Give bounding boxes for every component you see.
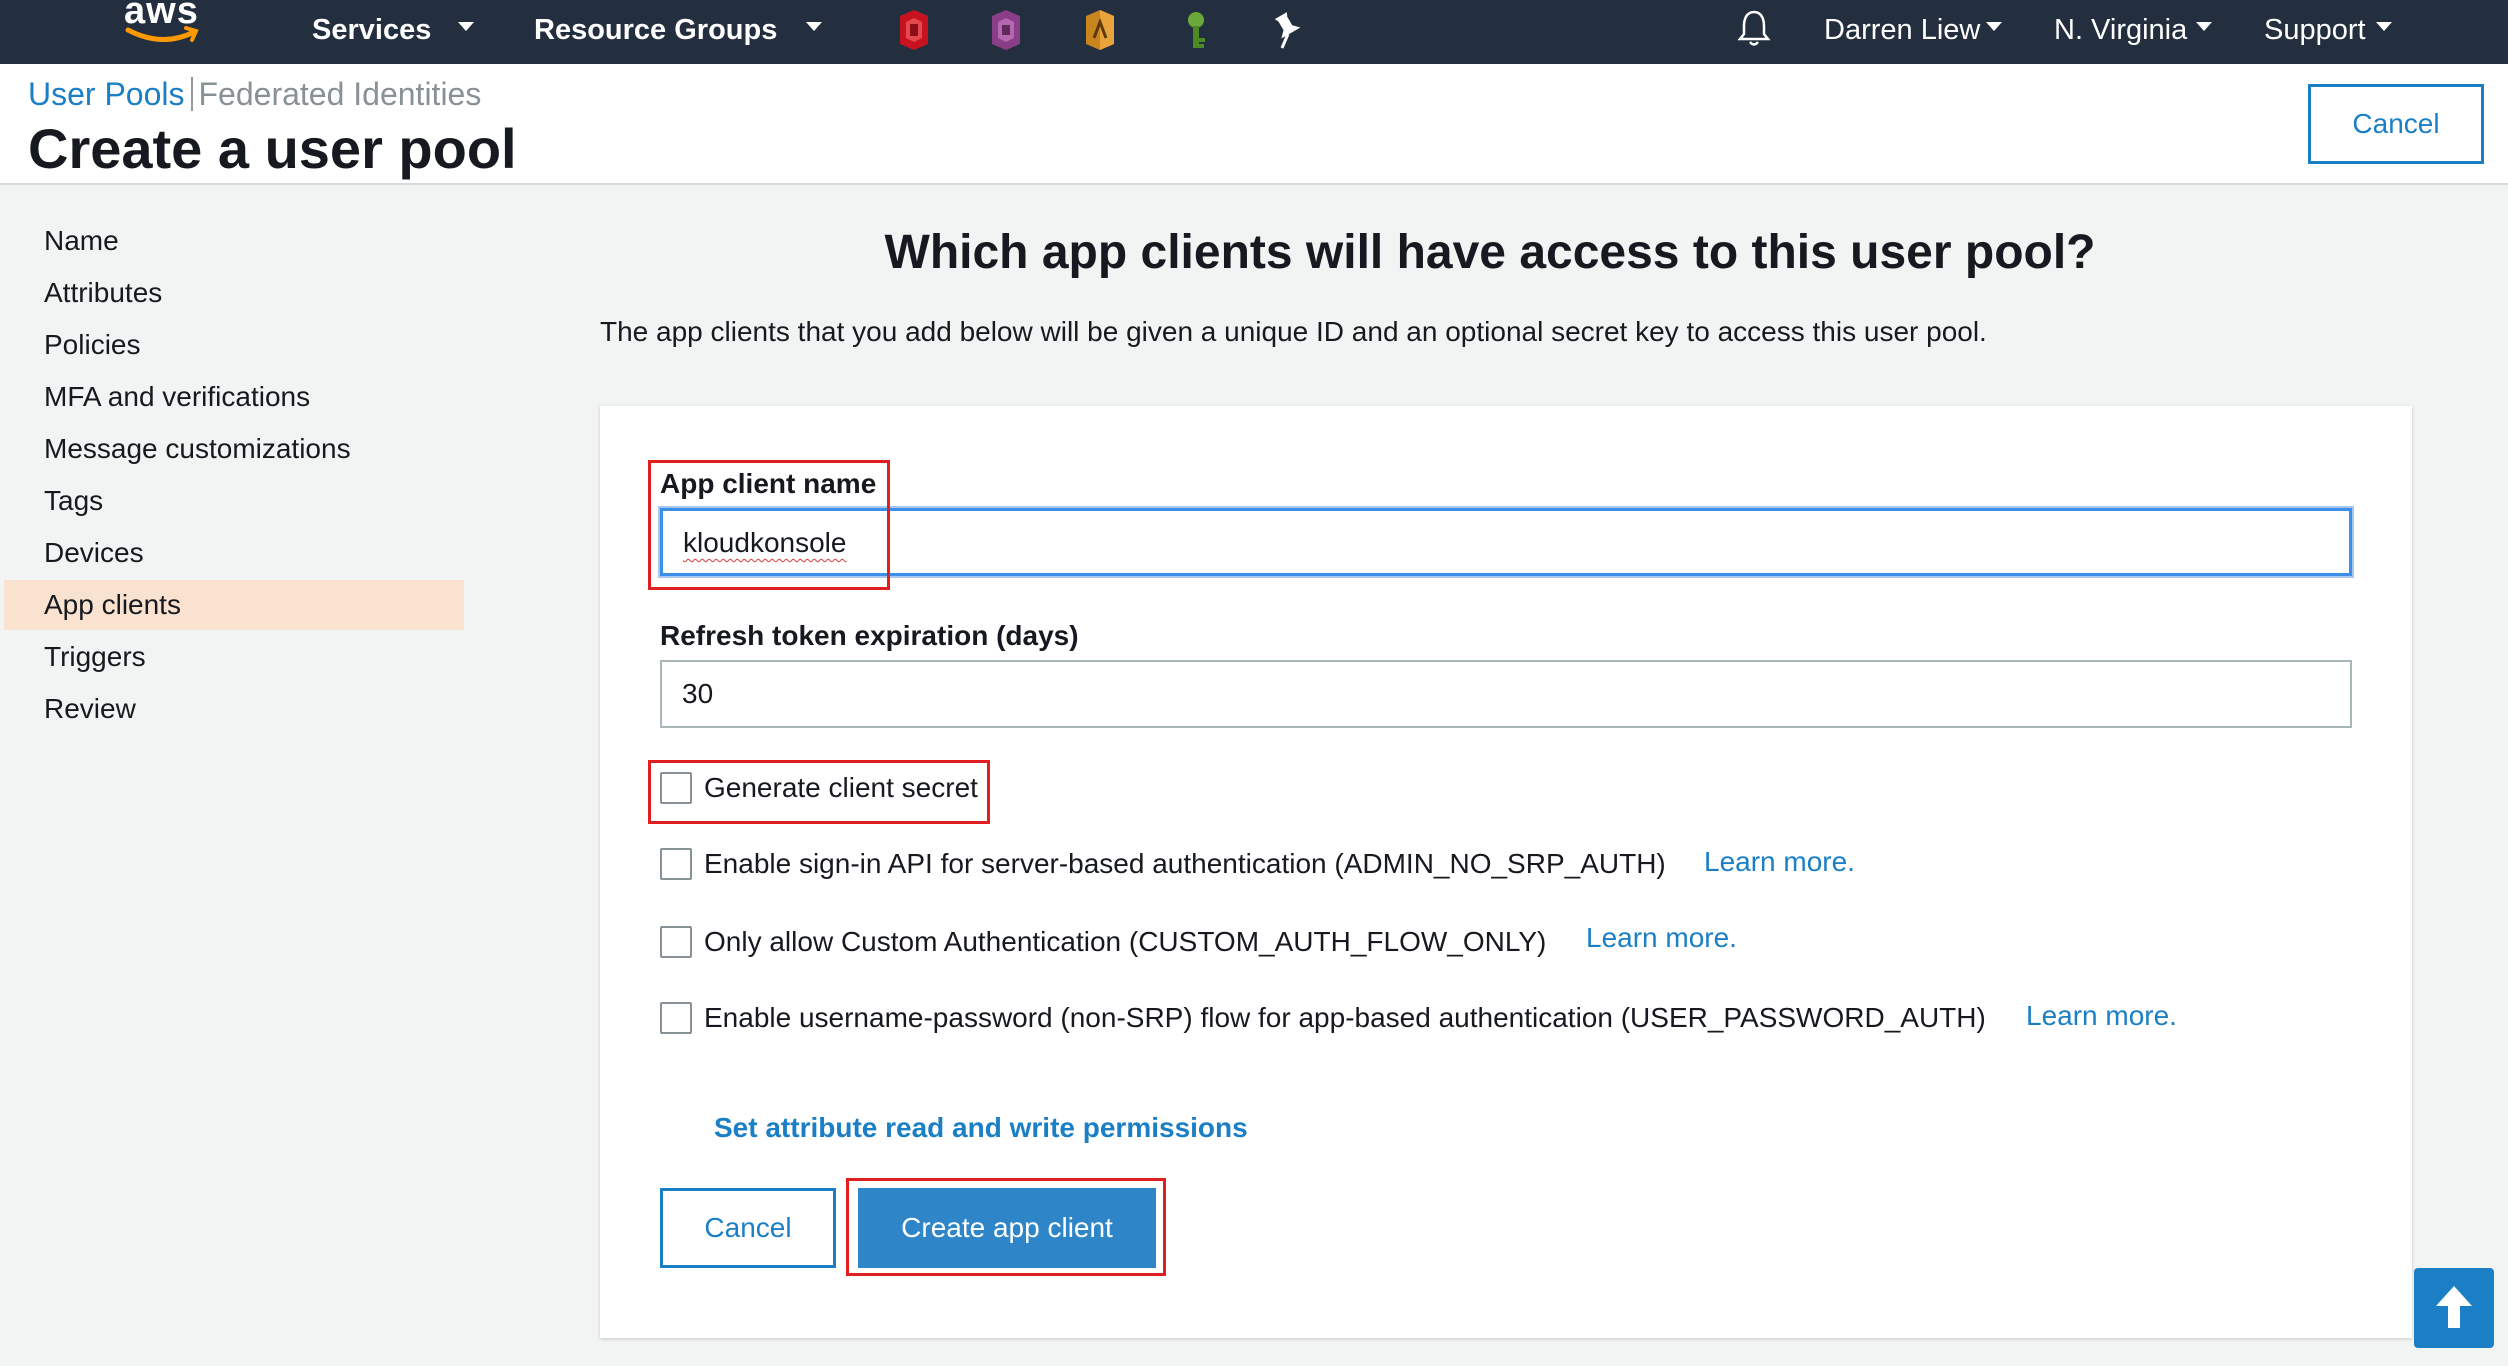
sidebar-item-attributes[interactable]: Attributes	[4, 268, 464, 318]
services-chevron-down-icon[interactable]	[458, 22, 474, 31]
page-header: User Pools Federated Identities Create a …	[0, 64, 2508, 185]
services-menu[interactable]: Services	[312, 10, 431, 50]
lambda-icon[interactable]	[1080, 8, 1120, 52]
region-menu[interactable]: N. Virginia	[2054, 10, 2187, 50]
account-menu[interactable]: Darren Liew	[1824, 10, 1980, 50]
sidebar-item-message-customizations[interactable]: Message customizations	[4, 424, 464, 474]
arrow-up-icon	[2436, 1286, 2472, 1328]
aws-smile-icon	[125, 26, 199, 43]
custom-auth-flow-only-label: Only allow Custom Authentication (CUSTOM…	[704, 926, 1547, 957]
sidebar-item-policies[interactable]: Policies	[4, 320, 464, 370]
app-client-name-input[interactable]: kloudkonsole	[660, 508, 2352, 576]
support-chevron-down-icon[interactable]	[2376, 22, 2392, 31]
support-menu[interactable]: Support	[2264, 10, 2366, 50]
sidebar-item-review[interactable]: Review	[4, 684, 464, 734]
cloudtrail-icon[interactable]	[894, 8, 934, 52]
sidebar-item-triggers[interactable]: Triggers	[4, 632, 464, 682]
header-cancel-button[interactable]: Cancel	[2308, 84, 2484, 164]
sidebar-item-app-clients[interactable]: App clients	[4, 580, 464, 630]
sidebar-item-mfa[interactable]: MFA and verifications	[4, 372, 464, 422]
refresh-token-expiration-label: Refresh token expiration (days)	[660, 620, 1079, 651]
highlight-box-app-client-name	[648, 460, 890, 590]
user-password-auth-learn-more-link[interactable]: Learn more.	[2026, 996, 2177, 1036]
user-password-auth-label: Enable username-password (non-SRP) flow …	[704, 1002, 1986, 1033]
cognito-icon[interactable]	[986, 8, 1026, 52]
sidebar-item-name[interactable]: Name	[4, 216, 464, 266]
highlight-box-create-app-client	[846, 1178, 1166, 1276]
form-cancel-button[interactable]: Cancel	[660, 1188, 836, 1268]
admin-no-srp-auth-learn-more-link[interactable]: Learn more.	[1704, 842, 1855, 882]
breadcrumb-divider	[190, 77, 193, 111]
region-chevron-down-icon[interactable]	[2196, 22, 2212, 31]
section-description: The app clients that you add below will …	[600, 316, 1987, 347]
resource-groups-chevron-down-icon[interactable]	[806, 22, 822, 31]
user-pools-tab[interactable]: User Pools	[28, 76, 185, 112]
highlight-box-generate-client-secret	[648, 760, 990, 824]
resource-groups-menu[interactable]: Resource Groups	[534, 10, 777, 50]
sidebar-item-tags[interactable]: Tags	[4, 476, 464, 526]
scroll-to-top-button[interactable]	[2414, 1268, 2494, 1348]
top-navigation-bar: aws Services Resource Groups Darren Liew…	[0, 0, 2508, 64]
admin-no-srp-auth-label: Enable sign-in API for server-based auth…	[704, 848, 1666, 879]
page-title: Create a user pool	[28, 117, 517, 180]
sidebar-item-devices[interactable]: Devices	[4, 528, 464, 578]
account-chevron-down-icon[interactable]	[1986, 22, 2002, 31]
set-attribute-permissions-link[interactable]: Set attribute read and write permissions	[714, 1108, 1248, 1148]
custom-auth-flow-only-learn-more-link[interactable]: Learn more.	[1586, 918, 1737, 958]
iam-key-icon[interactable]	[1176, 8, 1216, 52]
user-password-auth-checkbox[interactable]	[660, 1002, 692, 1034]
notifications-bell-icon[interactable]	[1736, 8, 1772, 48]
aws-logo[interactable]: aws	[118, 0, 208, 58]
section-heading: Which app clients will have access to th…	[884, 226, 2096, 279]
refresh-token-expiration-input[interactable]: 30	[660, 660, 2352, 728]
pin-icon[interactable]	[1268, 10, 1308, 54]
refresh-token-expiration-value: 30	[682, 678, 714, 709]
breadcrumb: User Pools Federated Identities	[28, 74, 481, 114]
admin-no-srp-auth-checkbox[interactable]	[660, 848, 692, 880]
custom-auth-flow-only-checkbox[interactable]	[660, 926, 692, 958]
federated-identities-tab[interactable]: Federated Identities	[199, 76, 482, 112]
